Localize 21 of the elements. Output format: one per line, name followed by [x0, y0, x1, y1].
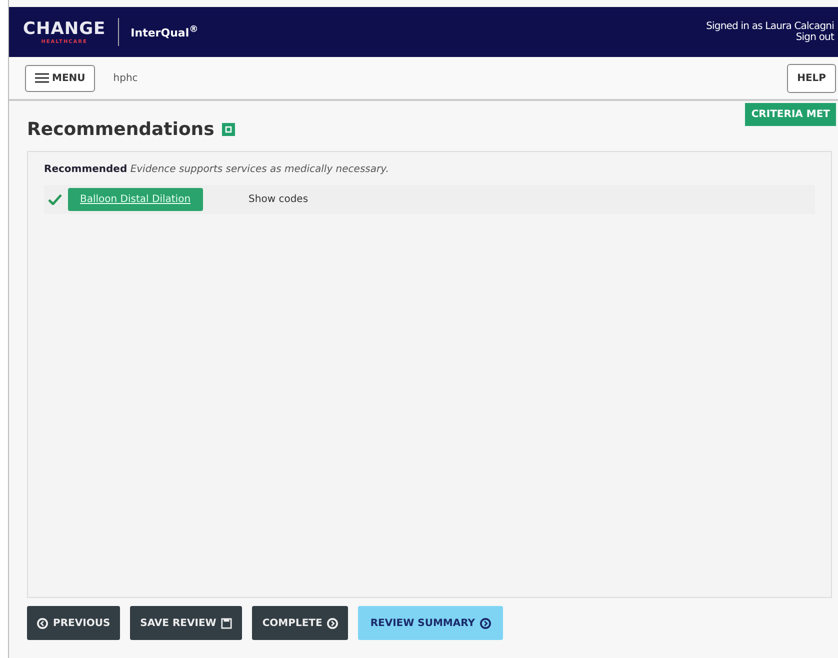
brand-logo: CHANGE	[23, 19, 106, 39]
sign-out-link[interactable]: Sign out	[796, 32, 834, 43]
status-square-icon	[222, 123, 236, 136]
criteria-met-badge: CRITERIA MET	[745, 103, 836, 126]
product-name: InterQual$^{®}$	[130, 24, 198, 40]
footer-button[interactable]: REVIEW SUMMARY	[358, 606, 504, 640]
menu-icon	[35, 73, 49, 83]
recommendation-text: Recommended Evidence supports services as medically necessary.	[44, 164, 390, 175]
left-circle-icon	[37, 618, 48, 628]
help-button[interactable]: HELP	[787, 64, 836, 92]
footer-button[interactable]: PREVIOUS	[27, 606, 120, 640]
show-codes-link[interactable]: Show codes	[248, 194, 308, 205]
footer-button[interactable]: SAVE REVIEW	[130, 606, 242, 640]
page-title: Recommendations	[27, 119, 214, 140]
footer-button[interactable]: COMPLETE	[252, 606, 348, 640]
menu-button[interactable]: MENU	[25, 64, 96, 92]
save-icon	[221, 618, 232, 628]
right-circle-icon	[327, 618, 338, 628]
right-circle-icon	[480, 618, 492, 628]
context-label: hphc	[113, 72, 138, 84]
signed-in-text: Signed in as Laura Calcagni	[706, 21, 834, 32]
